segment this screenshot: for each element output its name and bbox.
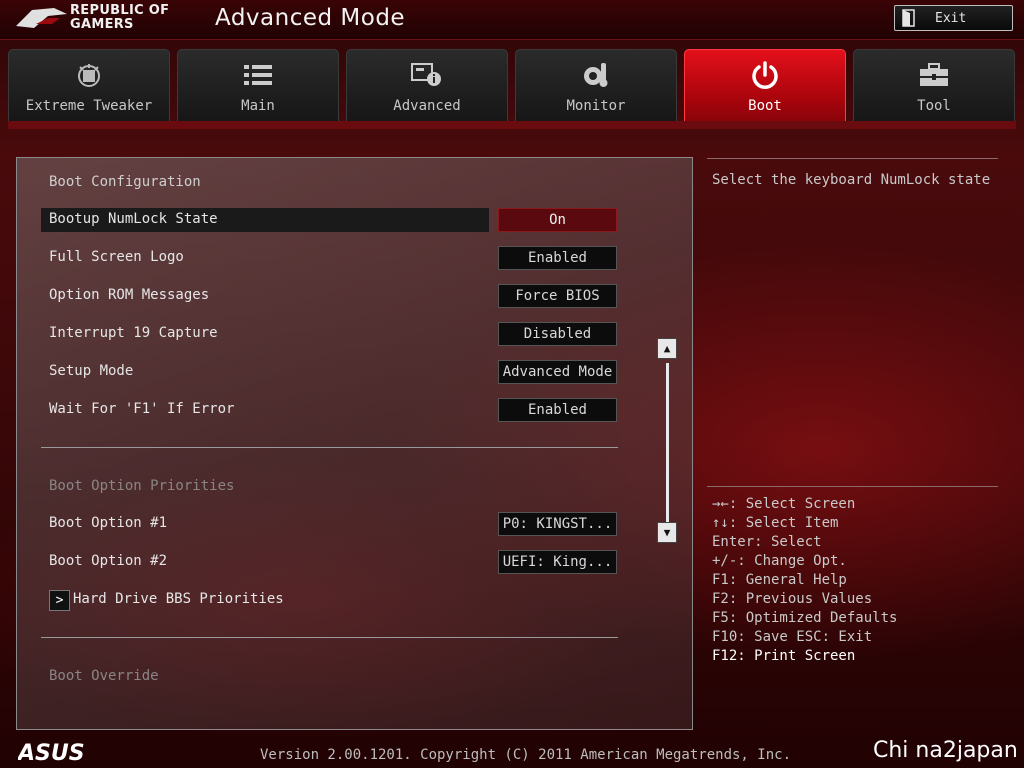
setting-row-boot-option-2[interactable]: Boot Option #2 UEFI: King...	[41, 550, 617, 574]
tab-label: Advanced	[393, 98, 461, 114]
setting-label: Bootup NumLock State	[49, 211, 218, 227]
tab-extreme-tweaker[interactable]: Extreme Tweaker	[8, 49, 170, 123]
submenu-label: Hard Drive BBS Priorities	[73, 591, 284, 607]
vertical-scrollbar[interactable]: ▲ ▼	[657, 338, 679, 546]
tab-label: Tool	[917, 98, 951, 114]
setting-label: Boot Option #1	[49, 515, 168, 531]
tab-tool[interactable]: Tool	[853, 49, 1015, 123]
header-bar: REPUBLIC OF GAMERS Advanced Mode Exit	[0, 0, 1024, 40]
tab-advanced[interactable]: Advanced	[346, 49, 508, 123]
row-label-area: Option ROM Messages	[41, 284, 489, 308]
key-hint: F10: Save ESC: Exit	[712, 629, 873, 645]
setting-row-wait-f1[interactable]: Wait For 'F1' If Error Enabled	[41, 398, 617, 422]
scroll-up-arrow-icon[interactable]: ▲	[657, 338, 677, 359]
exit-label: Exit	[935, 10, 967, 26]
key-hint: ↑↓: Select Item	[712, 515, 839, 531]
main-tabs: Extreme Tweaker Main Advanced Monitor Bo…	[8, 49, 1018, 123]
section-boot-option-priorities: Boot Option Priorities	[49, 478, 235, 494]
key-hint: +/-: Change Opt.	[712, 553, 847, 569]
tab-label: Monitor	[566, 98, 626, 114]
key-hint: →←: Select Screen	[712, 496, 856, 512]
row-label-area: Full Screen Logo	[41, 246, 489, 270]
setting-label: Wait For 'F1' If Error	[49, 401, 235, 417]
setting-label: Boot Option #2	[49, 553, 168, 569]
scroll-track[interactable]	[666, 363, 669, 523]
help-description: Select the keyboard NumLock state	[712, 172, 991, 188]
key-hint: F2: Previous Values	[712, 591, 873, 607]
watermark-text: Chi na2japan	[873, 738, 1018, 763]
exit-door-icon	[895, 6, 923, 30]
help-divider-keys	[707, 486, 998, 487]
section-divider	[41, 637, 618, 638]
thermometer-gear-icon	[581, 60, 611, 90]
tab-label: Main	[241, 98, 275, 114]
setting-label: Interrupt 19 Capture	[49, 325, 218, 341]
help-divider-top	[707, 158, 998, 159]
key-hint-print-screen: F12: Print Screen	[712, 648, 856, 664]
power-icon	[750, 60, 780, 90]
section-boot-override: Boot Override	[49, 668, 159, 684]
tab-underline-bar	[8, 121, 1016, 129]
brand-line-1: REPUBLIC OF	[70, 3, 170, 18]
row-label-area: Setup Mode	[41, 360, 489, 384]
key-legend: →←: Select Screen ↑↓: Select Item Enter:…	[712, 495, 897, 666]
brand-name: REPUBLIC OF GAMERS	[70, 4, 169, 32]
setting-label: Option ROM Messages	[49, 287, 210, 303]
brand-line-2: GAMERS	[70, 17, 134, 32]
setting-row-boot-option-1[interactable]: Boot Option #1 P0: KINGST...	[41, 512, 617, 536]
setting-value-boot-option-2[interactable]: UEFI: King...	[498, 550, 617, 574]
asus-logo-text: ASUS	[18, 742, 85, 764]
footer-version-text: Version 2.00.1201. Copyright (C) 2011 Am…	[260, 747, 792, 763]
setting-value-setup-mode[interactable]: Advanced Mode	[498, 360, 617, 384]
tab-monitor[interactable]: Monitor	[515, 49, 677, 123]
page-title: Advanced Mode	[215, 5, 406, 31]
setting-value-full-screen-logo[interactable]: Enabled	[498, 246, 617, 270]
asus-logo: ASUS	[18, 742, 85, 764]
advanced-info-icon	[411, 60, 443, 90]
submenu-hard-drive-bbs-priorities[interactable]: > Hard Drive BBS Priorities	[41, 588, 617, 612]
list-icon	[244, 60, 272, 90]
rog-eye-logo-icon	[16, 8, 67, 28]
setting-row-setup-mode[interactable]: Setup Mode Advanced Mode	[41, 360, 617, 384]
key-hint: F1: General Help	[712, 572, 847, 588]
setting-value-wait-f1[interactable]: Enabled	[498, 398, 617, 422]
key-hint: F5: Optimized Defaults	[712, 610, 898, 626]
row-label-area: Interrupt 19 Capture	[41, 322, 489, 346]
setting-row-option-rom[interactable]: Option ROM Messages Force BIOS	[41, 284, 617, 308]
tab-main[interactable]: Main	[177, 49, 339, 123]
setting-label: Setup Mode	[49, 363, 134, 379]
section-divider	[41, 447, 618, 448]
row-label-area: Boot Option #2	[41, 550, 489, 574]
section-boot-configuration: Boot Configuration	[49, 174, 201, 190]
row-label-area: Wait For 'F1' If Error	[41, 398, 489, 422]
toolbox-icon	[919, 60, 949, 90]
tab-label: Boot	[748, 98, 782, 114]
setting-value-numlock[interactable]: On	[498, 208, 617, 232]
setting-row-numlock[interactable]: Bootup NumLock State On	[41, 208, 617, 232]
row-highlight: Bootup NumLock State	[41, 208, 489, 232]
setting-value-option-rom[interactable]: Force BIOS	[498, 284, 617, 308]
scroll-down-arrow-icon[interactable]: ▼	[657, 522, 677, 543]
setting-row-interrupt-19[interactable]: Interrupt 19 Capture Disabled	[41, 322, 617, 346]
tab-label: Extreme Tweaker	[25, 98, 153, 114]
chevron-right-icon: >	[49, 590, 70, 611]
exit-button[interactable]: Exit	[894, 5, 1013, 31]
tab-boot[interactable]: Boot	[684, 49, 846, 123]
setting-value-boot-option-1[interactable]: P0: KINGST...	[498, 512, 617, 536]
setting-row-full-screen-logo[interactable]: Full Screen Logo Enabled	[41, 246, 617, 270]
key-hint: Enter: Select	[712, 534, 822, 550]
settings-panel: Boot Configuration Bootup NumLock State …	[16, 157, 693, 730]
setting-value-interrupt-19[interactable]: Disabled	[498, 322, 617, 346]
setting-label: Full Screen Logo	[49, 249, 184, 265]
row-label-area: Boot Option #1	[41, 512, 489, 536]
tweaker-chip-icon	[74, 60, 104, 90]
